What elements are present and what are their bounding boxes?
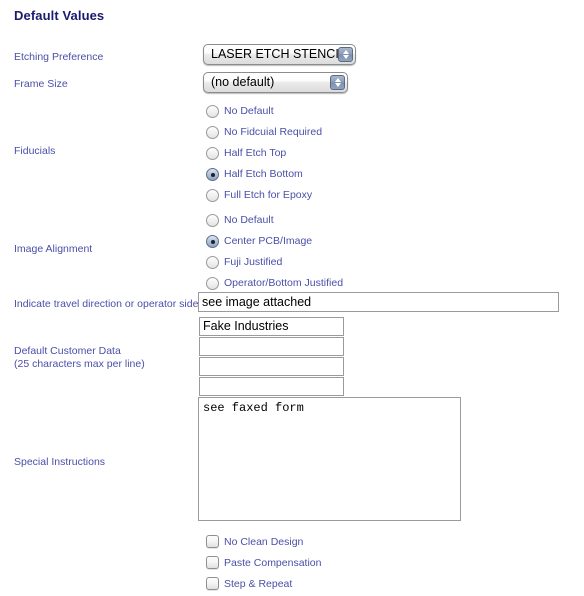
- radio-label: Fuji Justified: [224, 256, 283, 268]
- radio-label: Center PCB/Image: [224, 235, 313, 247]
- radio-label: Full Etch for Epoxy: [224, 189, 313, 201]
- radio-icon[interactable]: [206, 256, 219, 269]
- radio-icon[interactable]: [206, 277, 219, 290]
- checkbox-icon[interactable]: [206, 556, 219, 569]
- label-frame-size: Frame Size: [14, 78, 68, 90]
- customer-data-input-1[interactable]: Fake Industries: [199, 317, 344, 336]
- radio-icon[interactable]: [206, 214, 219, 227]
- radio-icon[interactable]: [206, 147, 219, 160]
- etching-preference-select[interactable]: LASER ETCH STENCIL: [203, 44, 356, 65]
- checkbox-icon[interactable]: [206, 535, 219, 548]
- label-image-alignment: Image Alignment: [14, 243, 93, 255]
- label-fiducials: Fiducials: [14, 145, 56, 157]
- page-title: Default Values: [14, 8, 105, 23]
- radio-label: No Default: [224, 105, 274, 117]
- label-customer-data-line2: (25 characters max per line): [14, 358, 145, 370]
- radio-icon-selected[interactable]: [206, 168, 219, 181]
- radio-icon-selected[interactable]: [206, 235, 219, 248]
- label-special-instructions: Special Instructions: [14, 456, 106, 468]
- checkbox-label: Paste Compensation: [224, 557, 322, 569]
- chevron-updown-icon: [330, 75, 345, 90]
- customer-data-input-3[interactable]: [199, 357, 344, 376]
- checkbox-label: Step & Repeat: [224, 578, 293, 590]
- radio-label: Operator/Bottom Justified: [224, 277, 344, 289]
- special-instructions-textarea[interactable]: see faxed form: [198, 397, 461, 521]
- radio-label: No Default: [224, 214, 274, 226]
- radio-icon[interactable]: [206, 126, 219, 139]
- frame-size-value: (no default): [211, 75, 275, 89]
- etching-preference-value: LASER ETCH STENCIL: [211, 47, 346, 61]
- label-customer-data-line1: Default Customer Data: [14, 345, 121, 357]
- radio-icon[interactable]: [206, 105, 219, 118]
- checkbox-label: No Clean Design: [224, 536, 304, 548]
- radio-label: Half Etch Top: [224, 147, 287, 159]
- label-etching-preference: Etching Preference: [14, 51, 104, 63]
- frame-size-select[interactable]: (no default): [203, 72, 348, 93]
- checkbox-icon[interactable]: [206, 577, 219, 590]
- customer-data-input-2[interactable]: [199, 337, 344, 356]
- radio-label: No Fidcuial Required: [224, 126, 323, 138]
- label-travel-direction: Indicate travel direction or operator si…: [14, 298, 199, 310]
- travel-direction-input[interactable]: see image attached: [198, 292, 559, 312]
- chevron-updown-icon: [338, 47, 353, 62]
- customer-data-input-4[interactable]: [199, 377, 344, 396]
- radio-icon[interactable]: [206, 189, 219, 202]
- radio-label: Half Etch Bottom: [224, 168, 303, 180]
